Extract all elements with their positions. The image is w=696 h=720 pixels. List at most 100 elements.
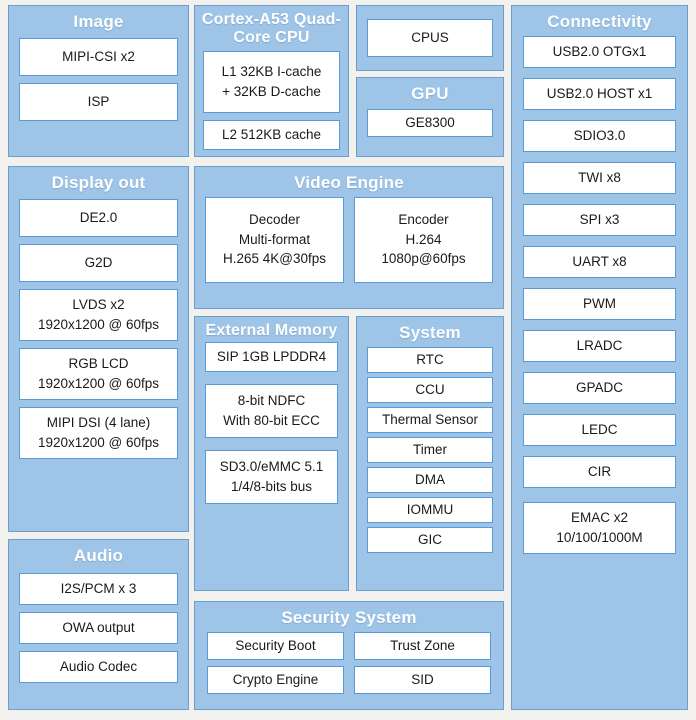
panel-video-engine: Video Engine Decoder Multi-format H.265 … (194, 166, 504, 309)
block-owa-output: OWA output (19, 611, 178, 644)
block-label: L2 512KB cache (221, 127, 322, 142)
block-label: CIR (587, 463, 612, 479)
panel-external-memory: External Memory SIP 1GB LPDDR4 8-bit NDF… (194, 316, 349, 591)
block-emac: EMAC x2 10/100/1000M (523, 501, 676, 554)
block-label: LEDC (581, 421, 618, 437)
block-trust-zone: Trust Zone (354, 631, 491, 660)
block-label: Audio Codec (59, 658, 138, 674)
panel-external-memory-body: SIP 1GB LPDDR4 8-bit NDFC With 80-bit EC… (195, 341, 348, 514)
block-cpus: CPUS (367, 19, 493, 57)
panel-display-out-title: Display out (51, 173, 146, 192)
panel-image-body: MIPI-CSI x2 ISP (9, 36, 188, 129)
panel-system-title: System (399, 323, 461, 342)
block-label: Decoder (248, 212, 301, 228)
panel-gpu: GPU GE8300 (356, 77, 504, 157)
block-timer: Timer (367, 436, 493, 463)
block-label: Security Boot (235, 637, 316, 653)
block-ledc: LEDC (523, 413, 676, 446)
block-uart: UART x8 (523, 245, 676, 278)
block-label: USB2.0 HOST x1 (546, 85, 653, 101)
block-isp: ISP (19, 82, 178, 121)
block-gic: GIC (367, 526, 493, 553)
panel-video-engine-title: Video Engine (294, 173, 404, 192)
block-mipi-dsi: MIPI DSI (4 lane) 1920x1200 @ 60fps (19, 406, 178, 459)
panel-external-memory-title: External Memory (205, 322, 338, 339)
panel-gpu-title: GPU (411, 84, 449, 103)
panel-connectivity-body: USB2.0 OTGx1 USB2.0 HOST x1 SDIO3.0 TWI … (512, 35, 687, 563)
block-label: UART x8 (572, 253, 627, 269)
block-sid: SID (354, 665, 491, 694)
block-label: CPUS (411, 30, 449, 46)
block-cir: CIR (523, 455, 676, 488)
block-sdio: SDIO3.0 (523, 119, 676, 152)
block-sublabel: 1920x1200 @ 60fps (37, 375, 160, 391)
block-sip-lpddr4: SIP 1GB LPDDR4 (205, 341, 338, 372)
panel-audio-title: Audio (73, 546, 124, 565)
panel-cpu-body: L1 32KB I-cache + 32KB D-cache L2 512KB … (195, 50, 348, 158)
block-i2s-pcm: I2S/PCM x 3 (19, 572, 178, 605)
block-label: Crypto Engine (232, 671, 319, 687)
block-mipi-csi: MIPI-CSI x2 (19, 37, 178, 76)
block-sd-emmc: SD3.0/eMMC 5.1 1/4/8-bits bus (205, 449, 338, 504)
block-label: G2D (84, 254, 113, 270)
block-label: GE8300 (405, 114, 455, 130)
panel-cpus: CPUS (356, 5, 504, 71)
block-label: DMA (415, 471, 445, 487)
block-lvds: LVDS x2 1920x1200 @ 60fps (19, 288, 178, 341)
block-label: PWM (583, 295, 616, 311)
panel-display-out: Display out DE2.0 G2D LVDS x2 1920x1200 … (8, 166, 189, 532)
block-sublabel: 1/4/8-bits bus (230, 478, 313, 494)
block-sublabel: 10/100/1000M (556, 529, 643, 545)
soc-block-diagram: Image MIPI-CSI x2 ISP Display out DE2.0 … (0, 0, 696, 720)
block-label: IOMMU (406, 501, 454, 517)
block-sublabel: 1920x1200 @ 60fps (37, 434, 160, 450)
block-label: Encoder (398, 212, 449, 228)
block-label: DE2.0 (79, 209, 118, 225)
panel-video-engine-body: Decoder Multi-format H.265 4K@30fps Enco… (195, 196, 503, 292)
block-sublabel: 1920x1200 @ 60fps (37, 316, 160, 332)
block-iommu: IOMMU (367, 496, 493, 523)
block-label: I2S/PCM x 3 (60, 580, 137, 596)
panel-cpus-body: CPUS (357, 6, 503, 70)
panel-system-body: RTC CCU Thermal Sensor Timer DMA IOMMU G… (357, 346, 503, 561)
block-crypto-engine: Crypto Engine (207, 665, 344, 694)
block-label: 8-bit NDFC (237, 393, 306, 409)
panel-audio: Audio I2S/PCM x 3 OWA output Audio Codec (8, 539, 189, 710)
panel-system: System RTC CCU Thermal Sensor Timer DMA … (356, 316, 504, 591)
block-audio-codec: Audio Codec (19, 650, 178, 683)
block-label: RTC (416, 351, 444, 367)
block-label: LVDS x2 (72, 296, 125, 312)
block-sublabel: H.264 (405, 231, 442, 247)
block-pwm: PWM (523, 287, 676, 320)
block-dma: DMA (367, 466, 493, 493)
panel-security-system: Security System Security Boot Trust Zone… (194, 601, 504, 710)
block-label: MIPI DSI (4 lane) (46, 414, 151, 430)
block-label: EMAC x2 (570, 509, 628, 525)
block-sublabel: 1080p@60fps (381, 251, 466, 267)
panel-gpu-body: GE8300 (357, 108, 503, 145)
block-ccu: CCU (367, 376, 493, 403)
block-label: CCU (415, 381, 445, 397)
block-label: MIPI-CSI x2 (62, 48, 135, 64)
block-label: TWI x8 (578, 169, 621, 185)
block-label: SDIO3.0 (573, 127, 626, 143)
block-label: SD3.0/eMMC 5.1 (219, 459, 324, 475)
block-gpadc: GPADC (523, 371, 676, 404)
block-rtc: RTC (367, 346, 493, 373)
block-thermal-sensor: Thermal Sensor (367, 406, 493, 433)
block-label: RGB LCD (68, 355, 129, 371)
block-label: Trust Zone (390, 637, 455, 653)
block-rgb-lcd: RGB LCD 1920x1200 @ 60fps (19, 347, 178, 400)
block-label: GIC (417, 531, 442, 547)
panel-audio-body: I2S/PCM x 3 OWA output Audio Codec (9, 570, 188, 691)
panel-connectivity: Connectivity USB2.0 OTGx1 USB2.0 HOST x1… (511, 5, 688, 710)
block-label: GPADC (575, 379, 623, 395)
panel-image: Image MIPI-CSI x2 ISP (8, 5, 189, 157)
block-label: SID (411, 671, 434, 687)
block-sublabel: H.265 4K@30fps (222, 251, 327, 267)
block-sublabel: Multi-format (238, 231, 311, 247)
block-ge8300: GE8300 (367, 108, 493, 137)
panel-display-out-body: DE2.0 G2D LVDS x2 1920x1200 @ 60fps RGB … (9, 197, 188, 467)
block-de20: DE2.0 (19, 198, 178, 237)
block-label: SPI x3 (579, 211, 620, 227)
